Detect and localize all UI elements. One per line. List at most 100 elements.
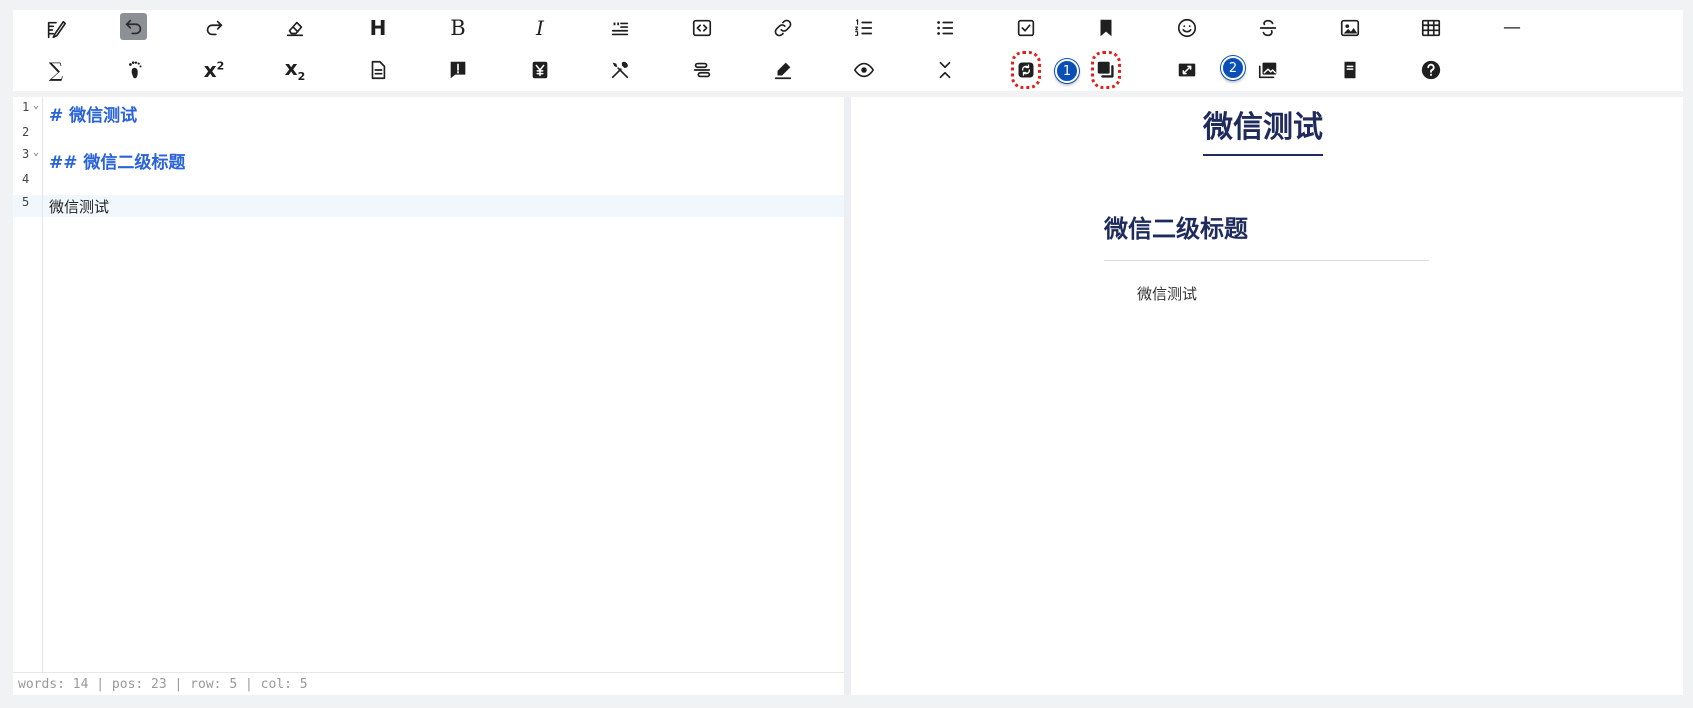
subscript-exp: 2 (297, 70, 306, 83)
footnote-button[interactable] (120, 55, 150, 85)
collapse-button[interactable] (930, 55, 960, 85)
bookmark-button[interactable] (1091, 13, 1121, 43)
toggle-edit-button[interactable] (41, 15, 71, 45)
document-button[interactable] (363, 55, 393, 85)
align-button[interactable] (687, 55, 717, 85)
editor-line-h2[interactable]: ## 微信二级标题 (49, 148, 185, 173)
heading-icon: H (369, 16, 387, 40)
wrench-screwdriver-icon (611, 61, 629, 79)
ordered-list-icon (855, 19, 873, 36)
superscript-exp: 2 (216, 59, 225, 73)
ordered-list-button[interactable] (849, 13, 879, 43)
redo-button[interactable] (199, 13, 229, 43)
line-number-value: 3 (22, 147, 30, 161)
superscript-base: x (203, 58, 217, 82)
unordered-list-icon (937, 21, 954, 35)
alert-message-icon (450, 61, 466, 79)
preview-paragraph: 微信测试 (1137, 285, 1198, 303)
horizontal-rule-icon: — (1503, 17, 1521, 38)
sigma-icon: ∑ (48, 58, 64, 82)
subscript-base: x (284, 56, 298, 80)
preview-heading-2: 微信二级标题 (1104, 209, 1429, 261)
unordered-list-button[interactable] (930, 13, 960, 43)
eraser-icon (286, 21, 304, 37)
preview-button[interactable] (849, 55, 879, 85)
checklist-button[interactable] (1011, 13, 1041, 43)
tools-button[interactable] (605, 55, 635, 85)
undo-button[interactable] (120, 13, 147, 40)
draw-button[interactable] (768, 55, 798, 85)
checkbox-icon (1017, 19, 1035, 37)
images-icon (1258, 62, 1277, 79)
footprint-icon (129, 61, 142, 79)
fold-toggle[interactable]: ⌄ (33, 147, 39, 158)
highlight-ring (1011, 51, 1041, 89)
strikethrough-icon (1259, 19, 1277, 37)
bold-button[interactable]: B (443, 13, 473, 43)
subscript-button[interactable]: x2 (280, 55, 310, 85)
help-button[interactable] (1416, 55, 1446, 85)
clear-format-button[interactable] (280, 13, 310, 43)
image-icon (1340, 19, 1360, 37)
markdown-editor[interactable]: 1 ⌄ 2 3 ⌄ 4 5 # 微信测试 ## 微信二级标题 微信测试 words:… (13, 97, 844, 695)
superscript-button[interactable]: x2 (199, 55, 229, 85)
pencil-ruler-icon (47, 20, 66, 39)
step-badge-1: 1 (1055, 59, 1079, 83)
line-number-gutter: 1 ⌄ 2 3 ⌄ 4 5 (13, 97, 43, 672)
table-button[interactable] (1416, 13, 1446, 43)
template-button[interactable] (1335, 55, 1365, 85)
italic-button[interactable]: I (525, 13, 555, 43)
align-icon (693, 62, 711, 78)
line-number-value: 4 (22, 172, 30, 186)
preview-heading-1: 微信测试 (1203, 102, 1323, 156)
eye-icon (854, 62, 874, 78)
editor-status-bar: words: 14 | pos: 23 | row: 5 | col: 5 (13, 672, 844, 695)
strikethrough-button[interactable] (1253, 13, 1283, 43)
document-icon (371, 60, 386, 80)
line-number-value: 2 (22, 125, 30, 139)
quote-button[interactable] (605, 13, 635, 43)
smiley-icon (1177, 18, 1197, 38)
editor-line-text[interactable]: 微信测试 (49, 196, 109, 217)
fold-toggle[interactable]: ⌄ (33, 100, 39, 111)
blockquote-icon (611, 22, 629, 36)
bold-icon: B (450, 15, 466, 40)
heading-button[interactable]: H (363, 13, 393, 43)
line-number-value: 5 (22, 195, 30, 209)
yen-icon (532, 61, 548, 79)
link-icon (774, 19, 792, 37)
currency-button[interactable] (525, 55, 555, 85)
help-icon (1421, 60, 1441, 80)
pen-icon (774, 62, 792, 80)
pane-divider[interactable] (844, 97, 851, 695)
code-button[interactable] (687, 13, 717, 43)
alert-button[interactable] (443, 55, 473, 85)
gallery-button[interactable] (1253, 55, 1283, 85)
copy-icon (1097, 61, 1114, 78)
code-block-icon (692, 19, 712, 37)
link-button[interactable] (768, 13, 798, 43)
wechat-theme-button[interactable] (1011, 51, 1041, 89)
fullscreen-button[interactable] (1172, 55, 1202, 85)
image-button[interactable] (1335, 13, 1365, 43)
horizontal-rule-button[interactable]: — (1497, 13, 1527, 43)
copy-button[interactable] (1091, 51, 1121, 89)
bookmark-icon (1100, 19, 1112, 37)
collapse-icon (939, 61, 951, 79)
preview-pane: 微信测试 微信二级标题 微信测试 (851, 97, 1683, 695)
superscript-icon: x2 (204, 60, 225, 80)
subscript-icon: x2 (285, 58, 306, 82)
table-icon (1421, 19, 1441, 37)
italic-icon: I (536, 16, 544, 40)
file-icon (1344, 61, 1356, 79)
editor-toolbar: H B I — ∑ x2 x2 1 2 (13, 10, 1683, 91)
highlight-ring (1091, 51, 1121, 89)
step-badge-2: 2 (1221, 56, 1245, 80)
formula-button[interactable]: ∑ (41, 55, 71, 85)
line-number-value: 1 (22, 100, 30, 114)
emoji-button[interactable] (1172, 13, 1202, 43)
theme-switch-icon (1018, 62, 1034, 78)
redo-icon (206, 20, 223, 36)
editor-line-h1[interactable]: # 微信测试 (49, 101, 137, 126)
current-line-highlight (13, 195, 844, 217)
